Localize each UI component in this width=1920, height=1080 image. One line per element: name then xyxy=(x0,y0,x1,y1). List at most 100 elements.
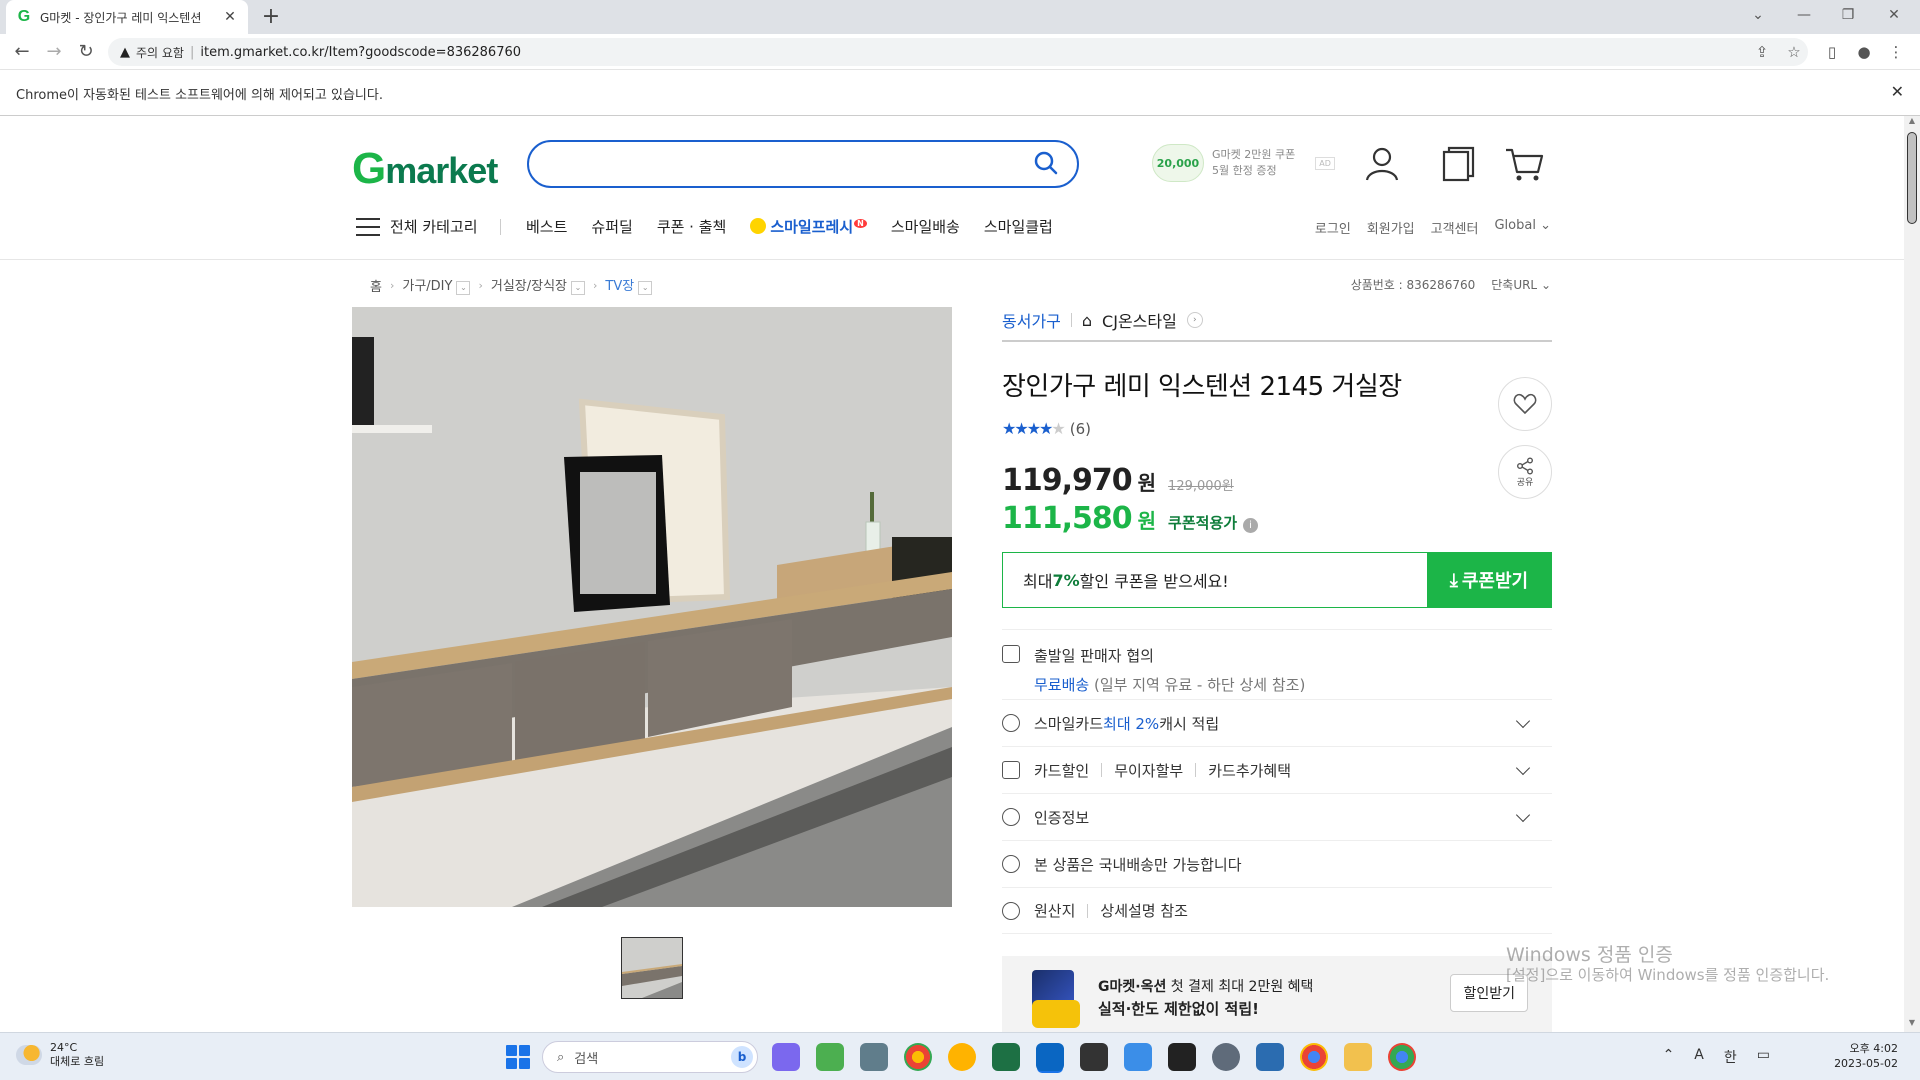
price-unit: 원 xyxy=(1137,471,1157,495)
profile-icon[interactable]: ● xyxy=(1852,40,1876,64)
search-input[interactable] xyxy=(527,140,1079,188)
chevron-down-icon xyxy=(1515,807,1531,823)
scroll-thumb[interactable] xyxy=(1907,132,1917,224)
chevron-right-icon: › xyxy=(593,278,598,292)
back-icon[interactable]: ← xyxy=(10,40,34,64)
side-panel-icon[interactable]: ▯ xyxy=(1820,40,1844,64)
brand-divider xyxy=(1002,340,1552,342)
reload-icon[interactable]: ↻ xyxy=(74,40,98,64)
close-window-button[interactable]: ✕ xyxy=(1872,0,1916,30)
tab-close-icon[interactable]: ✕ xyxy=(222,9,238,25)
cart-icon[interactable] xyxy=(1504,144,1544,184)
excel-icon[interactable] xyxy=(992,1043,1020,1071)
wishlist-button[interactable] xyxy=(1498,377,1552,431)
taskbar-clock[interactable]: 오후 4:02 2023-05-02 xyxy=(1834,1041,1898,1071)
bing-icon[interactable]: b xyxy=(731,1046,753,1068)
customer-center-link[interactable]: 고객센터 xyxy=(1431,218,1479,237)
cloudy-icon xyxy=(16,1045,42,1065)
recent-items-icon[interactable] xyxy=(1438,144,1478,184)
nav-superdeal[interactable]: 슈퍼딜 xyxy=(591,216,632,237)
chevron-down-icon xyxy=(1515,713,1531,729)
breadcrumb: 홈 › 가구/DIY ⌄ › 거실장/장식장 ⌄ › TV장 ⌄ xyxy=(370,275,653,295)
smilecard-row[interactable]: 스마일카드 최대 2% 캐시 적립 xyxy=(1002,699,1552,746)
gear-icon[interactable] xyxy=(1212,1043,1240,1071)
search-icon[interactable] xyxy=(1033,150,1059,176)
card-promo-banner[interactable]: G마켓·옥션 첫 결제 최대 2만원 혜택 실적·한도 제한없이 적립! 할인받… xyxy=(1002,956,1552,1032)
teams-icon[interactable] xyxy=(772,1043,800,1071)
signup-link[interactable]: 회원가입 xyxy=(1367,218,1415,237)
ime-hangul[interactable]: 한 xyxy=(1724,1047,1737,1067)
vscode-icon[interactable] xyxy=(1036,1043,1064,1071)
crumb-cat2[interactable]: 거실장/장식장 ⌄ xyxy=(491,275,586,295)
gmarket-logo[interactable]: Gmarket xyxy=(352,144,498,194)
info-icon[interactable]: i xyxy=(1243,518,1259,533)
widgets-icon[interactable] xyxy=(816,1043,844,1071)
ime-alpha[interactable]: A xyxy=(1694,1047,1704,1067)
start-button[interactable] xyxy=(506,1045,530,1069)
crumb-home[interactable]: 홈 xyxy=(370,276,382,295)
menu-kebab-icon[interactable]: ⋮ xyxy=(1884,40,1908,64)
certification-row[interactable]: 인증정보 xyxy=(1002,793,1552,840)
domestic-row: 본 상품은 국내배송만 가능합니다 xyxy=(1002,840,1552,887)
ship-note: (일부 지역 유료 - 하단 상세 참조) xyxy=(1089,676,1306,694)
product-main-image[interactable] xyxy=(352,307,952,907)
nav-smile-club[interactable]: 스마일클럽 xyxy=(984,216,1053,237)
coupon-box: 최대 7% 할인 쿠폰을 받으세요! ⤓ 쿠폰받기 xyxy=(1002,552,1552,608)
chrome-icon[interactable] xyxy=(904,1043,932,1071)
page-scrollbar[interactable]: ▲ ▼ xyxy=(1904,116,1920,1032)
shop-link[interactable]: CJ온스타일 xyxy=(1102,308,1177,332)
windows-watermark-title: Windows 정품 인증 xyxy=(1506,944,1673,966)
file-explorer-icon[interactable] xyxy=(1344,1043,1372,1071)
product-thumbnail[interactable] xyxy=(621,937,683,999)
rating[interactable]: ★★★★★ (6) xyxy=(1002,419,1091,438)
minimize-button[interactable]: — xyxy=(1782,0,1826,30)
chrome-icon[interactable] xyxy=(1388,1043,1416,1071)
forward-icon[interactable]: → xyxy=(42,40,66,64)
taskbar-search[interactable]: ⌕ 검색 b xyxy=(542,1041,758,1073)
header-promo[interactable]: 20,000 G마켓 2만원 쿠폰 5월 한정 증정 AD xyxy=(1152,144,1335,182)
notes-icon[interactable] xyxy=(1080,1043,1108,1071)
terminal-icon[interactable] xyxy=(1168,1043,1196,1071)
settings-app-icon[interactable] xyxy=(860,1043,888,1071)
share-button[interactable]: 공유 xyxy=(1498,445,1552,499)
ad-badge: AD xyxy=(1315,156,1335,170)
nav-coupon[interactable]: 쿠폰 · 출첵 xyxy=(657,216,727,237)
seller-link[interactable]: 동서가구 xyxy=(1002,308,1061,332)
login-link[interactable]: 로그인 xyxy=(1315,218,1351,237)
coupon-download-button[interactable]: ⤓ 쿠폰받기 xyxy=(1427,553,1551,607)
chevron-down-icon: ⌄ xyxy=(638,281,653,295)
tab-search-icon[interactable]: ⌄ xyxy=(1736,0,1780,30)
clock-date: 2023-05-02 xyxy=(1834,1057,1898,1070)
weather-widget[interactable]: 24°C 대체로 흐림 xyxy=(16,1041,104,1069)
short-url-button[interactable]: 단축URL ⌄ xyxy=(1491,276,1551,293)
share-page-icon[interactable]: ⇪ xyxy=(1750,40,1774,64)
clock-time: 오후 4:02 xyxy=(1849,1042,1898,1055)
bookmark-star-icon[interactable]: ☆ xyxy=(1782,40,1806,64)
nav-best[interactable]: 베스트 xyxy=(526,216,567,237)
infobar-close-icon[interactable]: ✕ xyxy=(1891,82,1904,101)
crumb-cat1[interactable]: 가구/DIY ⌄ xyxy=(402,275,471,295)
chat-icon[interactable] xyxy=(948,1043,976,1071)
browser-tab[interactable]: G G마켓 - 장인가구 레미 익스텐션 ✕ xyxy=(6,0,248,34)
banner-line1: G마켓·옥션 첫 결제 최대 2만원 혜택 xyxy=(1098,979,1314,995)
omnibox[interactable]: ▲ 주의 요함 | item.gmarket.co.kr/Item?goodsc… xyxy=(108,38,1808,66)
scroll-up-icon[interactable]: ▲ xyxy=(1904,116,1920,130)
azure-icon[interactable] xyxy=(1124,1043,1152,1071)
crumb-cat3[interactable]: TV장 ⌄ xyxy=(605,275,653,295)
new-tab-button[interactable]: + xyxy=(258,4,284,30)
notepad-icon[interactable] xyxy=(1256,1043,1284,1071)
product-number-area: 상품번호 : 836286760 단축URL ⌄ xyxy=(1351,276,1551,293)
smile-icon xyxy=(1002,714,1020,732)
nav-smilefresh[interactable]: 스마일프레시 N xyxy=(750,216,867,237)
card-benefit-row[interactable]: 카드할인 무이자할부 카드추가혜택 xyxy=(1002,746,1552,793)
nav-smile-delivery[interactable]: 스마일배송 xyxy=(891,216,960,237)
scroll-down-icon[interactable]: ▼ xyxy=(1904,1018,1920,1032)
chrome-icon[interactable] xyxy=(1300,1043,1328,1071)
chevron-right-icon[interactable]: › xyxy=(1186,312,1203,328)
restore-button[interactable]: ❐ xyxy=(1826,0,1870,30)
chevron-up-icon[interactable]: ⌃ xyxy=(1663,1047,1675,1067)
global-link[interactable]: Global ⌄ xyxy=(1494,218,1551,237)
user-icon[interactable] xyxy=(1362,144,1402,184)
all-categories-button[interactable]: 전체 카테고리 xyxy=(356,216,478,237)
network-icon[interactable]: ▭ xyxy=(1757,1047,1770,1067)
